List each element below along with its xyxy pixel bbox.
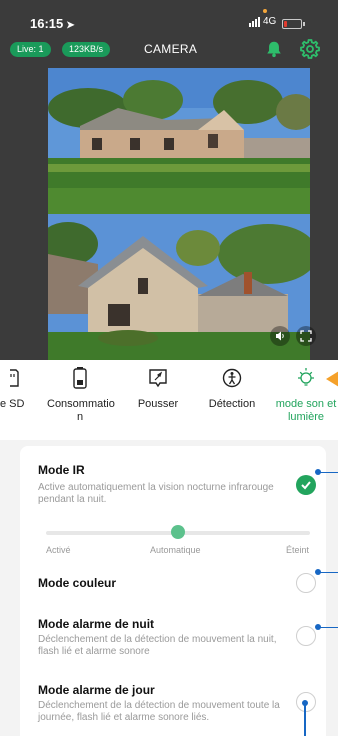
gear-icon[interactable] bbox=[300, 39, 320, 59]
video-controls bbox=[270, 326, 316, 346]
push-notification-icon bbox=[149, 369, 167, 388]
clock: 16:15 ➤ bbox=[30, 16, 75, 31]
annotation-line bbox=[304, 703, 306, 736]
color-mode-title: Mode couleur bbox=[38, 576, 117, 590]
ir-slider-thumb[interactable] bbox=[171, 525, 185, 539]
day-alarm-title: Mode alarme de jour bbox=[38, 683, 155, 697]
feature-label: Pousser bbox=[137, 398, 179, 410]
sd-card-icon bbox=[10, 369, 19, 387]
day-alarm-description: Déclenchement de la détection de mouveme… bbox=[38, 700, 280, 723]
live-viewers-badge: Live: 1 bbox=[10, 42, 51, 57]
network-type: 4G bbox=[263, 16, 277, 27]
speaker-icon[interactable] bbox=[270, 326, 290, 346]
feature-detection[interactable]: Détection bbox=[200, 366, 264, 411]
signal-bars-icon bbox=[249, 16, 260, 27]
light-bulb-icon bbox=[298, 368, 314, 386]
battery-icon bbox=[73, 367, 87, 389]
night-alarm-description: Déclenchement de la détection de mouveme… bbox=[38, 634, 277, 657]
feature-toolbar: e SD Consommatio n Pousser Détection mod… bbox=[0, 360, 338, 440]
battery-icon bbox=[282, 19, 305, 29]
check-icon bbox=[301, 481, 311, 490]
night-alarm-title: Mode alarme de nuit bbox=[38, 617, 155, 631]
annotation-line bbox=[318, 627, 338, 628]
slider-label-on: Activé bbox=[46, 545, 71, 555]
bell-icon[interactable] bbox=[265, 40, 283, 58]
annotation-line bbox=[318, 472, 338, 473]
feature-consumption[interactable]: Consommatio n bbox=[47, 366, 115, 424]
ir-mode-check[interactable] bbox=[296, 475, 316, 495]
ir-mode-title: Mode IR bbox=[38, 463, 85, 477]
highlight-arrow bbox=[326, 371, 338, 387]
slider-label-auto: Automatique bbox=[150, 545, 201, 555]
fullscreen-icon[interactable] bbox=[296, 326, 316, 346]
night-alarm-check[interactable] bbox=[296, 626, 316, 646]
status-bar: 16:15 ➤ 4G bbox=[0, 0, 338, 34]
motion-detection-icon bbox=[222, 368, 242, 388]
feature-sd-card[interactable]: e SD bbox=[0, 366, 44, 411]
annotation-line bbox=[318, 572, 338, 573]
page-title: CAMERA bbox=[144, 42, 198, 56]
feature-push[interactable]: Pousser bbox=[128, 366, 188, 411]
feature-label: e SD bbox=[0, 398, 25, 410]
feature-label: Détection bbox=[208, 398, 256, 410]
camera-feed-1[interactable] bbox=[48, 68, 310, 214]
signal-indicator: 4G bbox=[249, 16, 276, 27]
slider-label-off: Éteint bbox=[286, 545, 310, 555]
ir-mode-description: Active automatiquement la vision nocturn… bbox=[38, 482, 274, 505]
status-dot bbox=[263, 9, 267, 13]
camera-view-area: 16:15 ➤ 4G Live: 1 123KB/s CAMERA bbox=[0, 0, 338, 360]
location-arrow-icon: ➤ bbox=[66, 20, 75, 31]
battery-level bbox=[284, 21, 287, 27]
feature-label: mode son et lumière bbox=[275, 398, 337, 423]
feature-label: Consommatio n bbox=[47, 398, 115, 423]
bitrate-badge: 123KB/s bbox=[62, 42, 111, 57]
color-mode-check[interactable] bbox=[296, 573, 316, 593]
